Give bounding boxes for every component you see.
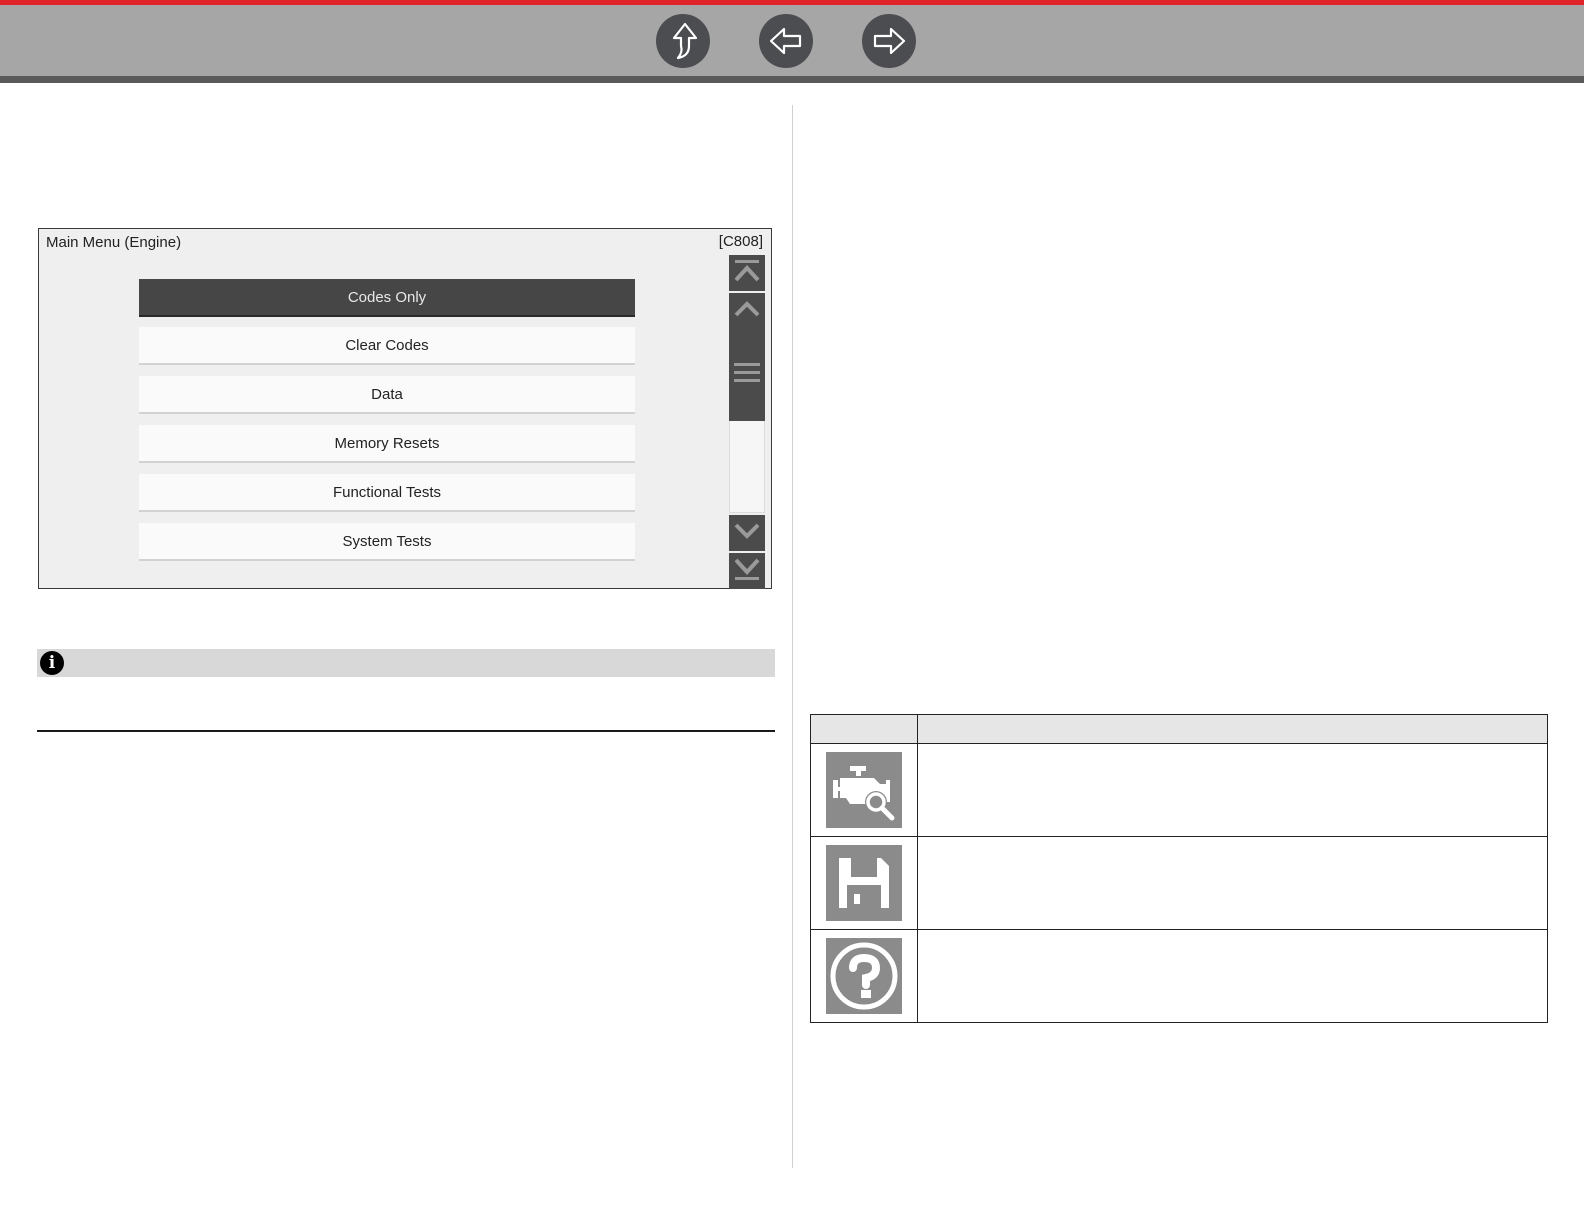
table-header-description: [917, 714, 1548, 744]
table-header-row: [810, 714, 1548, 744]
menu-item-label: Memory Resets: [334, 434, 440, 452]
menu-item-clear-codes[interactable]: Clear Codes: [139, 327, 635, 365]
table-row: [810, 836, 1548, 930]
table-icon-cell: [810, 743, 918, 837]
scroll-down-button[interactable]: [729, 515, 765, 551]
scroll-down-icon: [732, 520, 762, 547]
table-description-cell: [917, 929, 1548, 1023]
section-rule: [37, 730, 775, 732]
screen-title: Main Menu (Engine): [46, 234, 182, 251]
menu-item-label: Codes Only: [347, 288, 427, 306]
screen-code: [C808]: [718, 233, 763, 250]
menu-item-functional-tests[interactable]: Functional Tests: [139, 474, 635, 512]
menu-item-codes-only[interactable]: Codes Only: [139, 279, 635, 317]
icon-table: [810, 714, 1548, 1023]
accent-stripe: [0, 0, 1584, 5]
menu-item-label: Functional Tests: [332, 483, 442, 501]
back-button[interactable]: [759, 14, 813, 68]
table-icon-cell: [810, 929, 918, 1023]
scroll-bottom-button[interactable]: [729, 553, 765, 589]
column-divider: [792, 105, 793, 1168]
top-navigation-bar: [0, 0, 1584, 83]
bottom-stripe: [0, 76, 1584, 83]
up-arrow-icon: [666, 21, 700, 61]
forward-button[interactable]: [862, 14, 916, 68]
table-header-icon: [810, 714, 918, 744]
right-arrow-icon: [871, 26, 907, 56]
menu-item-data[interactable]: Data: [139, 376, 635, 414]
up-button[interactable]: [656, 14, 710, 68]
info-icon: i: [40, 651, 64, 675]
table-icon-cell: [810, 836, 918, 930]
menu-item-system-tests[interactable]: System Tests: [139, 523, 635, 561]
scan-tool-screen: Main Menu (Engine) [C808] Codes Only Cle…: [38, 228, 772, 589]
scroll-top-icon: [732, 258, 762, 289]
help-question-icon: [826, 938, 902, 1014]
menu-item-label: Data: [371, 385, 403, 403]
scroll-up-icon: [732, 298, 762, 325]
menu-item-label: System Tests: [342, 532, 432, 550]
save-disk-icon: [826, 845, 902, 921]
engine-search-icon: [826, 752, 902, 828]
scroll-thumb-grip-icon: [732, 360, 762, 391]
table-description-cell: [917, 743, 1548, 837]
scroll-top-button[interactable]: [729, 255, 765, 291]
scroll-bottom-icon: [732, 556, 762, 587]
scroll-up-button[interactable]: [729, 293, 765, 329]
menu-item-label: Clear Codes: [345, 336, 429, 354]
note-bar: i: [37, 649, 775, 677]
menu-item-memory-resets[interactable]: Memory Resets: [139, 425, 635, 463]
left-arrow-icon: [768, 26, 804, 56]
scrollbar[interactable]: [729, 255, 765, 589]
table-row: [810, 929, 1548, 1023]
scroll-thumb[interactable]: [729, 329, 765, 421]
table-row: [810, 743, 1548, 837]
table-description-cell: [917, 836, 1548, 930]
